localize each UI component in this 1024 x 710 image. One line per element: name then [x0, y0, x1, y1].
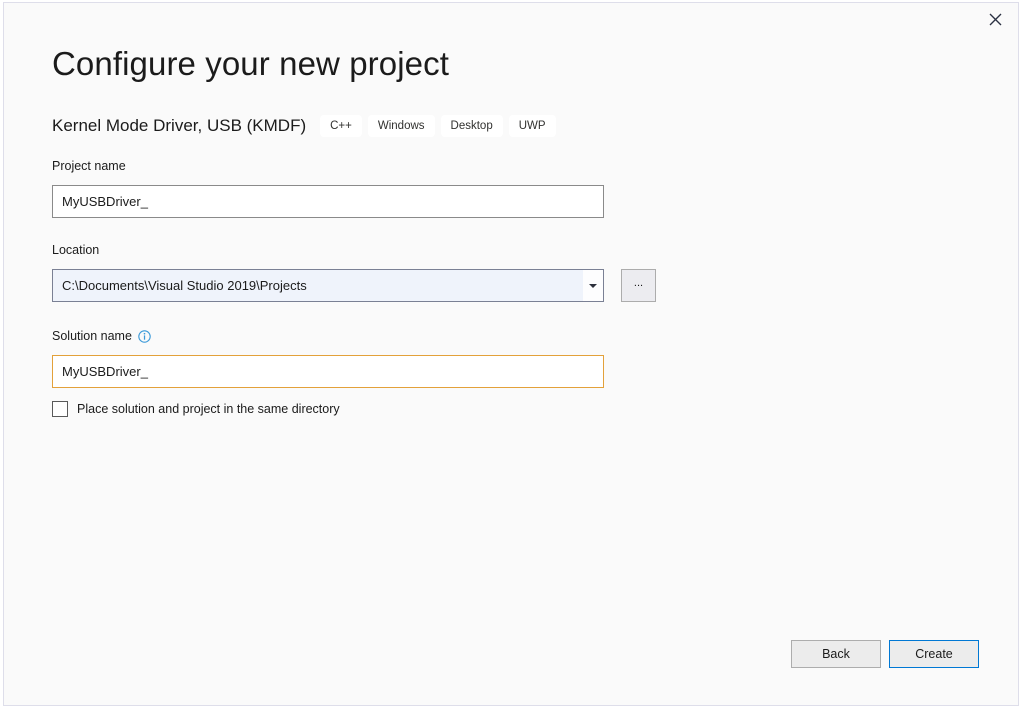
project-name-input[interactable] [52, 185, 604, 218]
same-directory-checkbox[interactable] [52, 401, 68, 417]
close-icon[interactable] [972, 3, 1018, 35]
tag-platform: Windows [368, 115, 435, 137]
tag-uwp: UWP [509, 115, 556, 137]
configure-project-dialog: Configure your new project Kernel Mode D… [3, 2, 1019, 706]
tag-language: C++ [320, 115, 362, 137]
solution-name-input[interactable] [52, 355, 604, 388]
back-button[interactable]: Back [791, 640, 881, 668]
close-glyph [989, 13, 1002, 26]
location-combobox[interactable]: C:\Documents\Visual Studio 2019\Projects [52, 269, 604, 302]
create-button[interactable]: Create [889, 640, 979, 668]
solution-name-label: Solution name [52, 329, 151, 343]
solution-name-label-text: Solution name [52, 329, 132, 343]
location-value: C:\Documents\Visual Studio 2019\Projects [53, 278, 583, 293]
tag-project-type: Desktop [441, 115, 503, 137]
template-summary: Kernel Mode Driver, USB (KMDF) C++ Windo… [52, 113, 562, 139]
info-icon[interactable] [138, 330, 151, 343]
info-glyph [138, 330, 151, 343]
location-label-text: Location [52, 243, 99, 257]
location-label: Location [52, 243, 99, 257]
project-name-label: Project name [52, 159, 126, 173]
same-directory-label: Place solution and project in the same d… [77, 402, 340, 416]
page-title: Configure your new project [52, 45, 449, 83]
project-name-label-text: Project name [52, 159, 126, 173]
chevron-down-icon[interactable] [583, 270, 603, 301]
same-directory-checkbox-row[interactable]: Place solution and project in the same d… [52, 401, 340, 417]
browse-button[interactable]: ... [621, 269, 656, 302]
template-name: Kernel Mode Driver, USB (KMDF) [52, 116, 306, 136]
